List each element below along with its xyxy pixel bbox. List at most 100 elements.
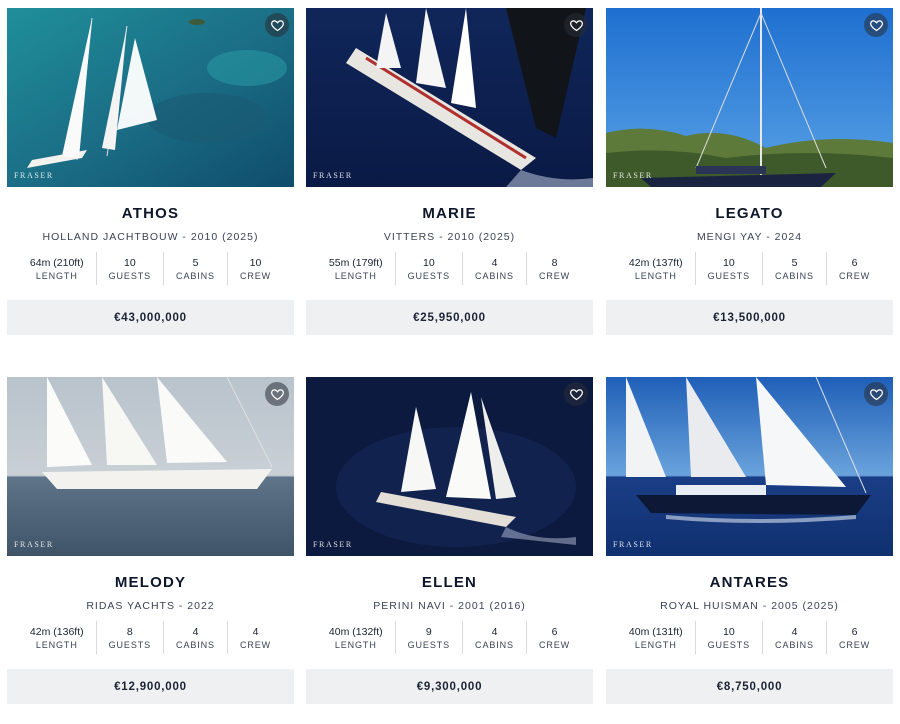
- spec-guests: 8 GUESTS: [95, 621, 163, 654]
- spec-value: 10: [722, 256, 735, 269]
- spec-label: LENGTH: [35, 270, 78, 281]
- spec-value: 42m (136ft): [29, 625, 84, 638]
- yacht-name[interactable]: MARIE: [306, 205, 593, 222]
- spec-crew: 4 CREW: [226, 621, 283, 654]
- spec-value: 8: [551, 256, 558, 269]
- yacht-price[interactable]: €12,900,000: [7, 669, 294, 704]
- yacht-photo[interactable]: FRASER: [306, 377, 593, 556]
- yacht-price[interactable]: €8,750,000: [606, 669, 893, 704]
- yacht-specs: 55m (179ft) LENGTH 10 GUESTS 4 CABINS 8 CREW: [306, 252, 593, 285]
- yacht-specs: 64m (210ft) LENGTH 10 GUESTS 5 CABINS 10 CRE…: [7, 252, 294, 285]
- yacht-builder-year: RIDAS YACHTS - 2022: [86, 600, 215, 612]
- spec-label: GUESTS: [108, 639, 152, 650]
- spec-value: 10: [722, 625, 735, 638]
- spec-label: CABINS: [475, 270, 514, 281]
- spec-cabins: 4 CABINS: [462, 621, 526, 654]
- spec-crew: 6 CREW: [825, 252, 882, 285]
- spec-label: CREW: [838, 270, 871, 281]
- yacht-name[interactable]: ANTARES: [606, 574, 893, 591]
- spec-label: GUESTS: [707, 270, 751, 281]
- spec-label: GUESTS: [407, 270, 451, 281]
- favorite-heart-icon[interactable]: [564, 382, 588, 406]
- spec-label: CREW: [538, 270, 571, 281]
- brand-watermark: FRASER: [313, 540, 353, 549]
- yacht-builder-year: PERINI NAVI - 2001 (2016): [373, 600, 526, 612]
- yacht-photo[interactable]: FRASER: [306, 8, 593, 187]
- favorite-heart-icon[interactable]: [864, 382, 888, 406]
- favorite-heart-icon[interactable]: [265, 13, 289, 37]
- yacht-builder-year: ROYAL HUISMAN - 2005 (2025): [660, 600, 839, 612]
- yacht-name[interactable]: ATHOS: [7, 205, 294, 222]
- yacht-specs: 42m (136ft) LENGTH 8 GUESTS 4 CABINS 4 CREW: [7, 621, 294, 654]
- yacht-price[interactable]: €13,500,000: [606, 300, 893, 335]
- yacht-photo[interactable]: FRASER: [606, 377, 893, 556]
- spec-length: 42m (137ft) LENGTH: [617, 252, 695, 285]
- spec-length: 40m (131ft) LENGTH: [617, 621, 695, 654]
- spec-guests: 10 GUESTS: [95, 252, 163, 285]
- brand-watermark: FRASER: [613, 540, 653, 549]
- yacht-photo[interactable]: FRASER: [7, 377, 294, 556]
- spec-label: GUESTS: [407, 639, 451, 650]
- spec-label: CABINS: [775, 639, 814, 650]
- spec-value: 4: [491, 256, 498, 269]
- favorite-heart-icon[interactable]: [864, 13, 888, 37]
- spec-value: 10: [123, 256, 136, 269]
- yacht-card[interactable]: FRASER MARIE VITTERS - 2010 (2025) 55m (…: [306, 8, 593, 335]
- spec-cabins: 4 CABINS: [762, 621, 826, 654]
- spec-label: LENGTH: [35, 639, 78, 650]
- spec-label: CREW: [239, 270, 272, 281]
- spec-label: CREW: [838, 639, 871, 650]
- spec-value: 4: [252, 625, 259, 638]
- yacht-price[interactable]: €9,300,000: [306, 669, 593, 704]
- yacht-card[interactable]: FRASER LEGATO MENGI YAY - 2024 42m (137f…: [606, 8, 893, 335]
- spec-label: CREW: [239, 639, 272, 650]
- yacht-builder-year: VITTERS - 2010 (2025): [383, 231, 516, 243]
- spec-value: 10: [422, 256, 435, 269]
- spec-cabins: 5 CABINS: [163, 252, 227, 285]
- spec-value: 5: [791, 256, 798, 269]
- spec-value: 40m (131ft): [628, 625, 683, 638]
- yacht-card[interactable]: FRASER MELODY RIDAS YACHTS - 2022 42m (1…: [7, 377, 294, 704]
- yacht-name[interactable]: MELODY: [7, 574, 294, 591]
- spec-label: LENGTH: [634, 639, 677, 650]
- spec-value: 4: [791, 625, 798, 638]
- spec-value: 6: [851, 256, 858, 269]
- spec-label: CABINS: [475, 639, 514, 650]
- spec-label: GUESTS: [108, 270, 152, 281]
- spec-crew: 6 CREW: [825, 621, 882, 654]
- yacht-name[interactable]: LEGATO: [606, 205, 893, 222]
- favorite-heart-icon[interactable]: [265, 382, 289, 406]
- spec-cabins: 5 CABINS: [762, 252, 826, 285]
- spec-value: 42m (137ft): [628, 256, 683, 269]
- spec-label: CREW: [538, 639, 571, 650]
- favorite-heart-icon[interactable]: [564, 13, 588, 37]
- spec-value: 5: [192, 256, 199, 269]
- yacht-card[interactable]: FRASER ANTARES ROYAL HUISMAN - 2005 (202…: [606, 377, 893, 704]
- spec-label: LENGTH: [634, 270, 677, 281]
- spec-length: 64m (210ft) LENGTH: [18, 252, 96, 285]
- yacht-specs: 40m (131ft) LENGTH 10 GUESTS 4 CABINS 6 CREW: [606, 621, 893, 654]
- yacht-price[interactable]: €25,950,000: [306, 300, 593, 335]
- spec-cabins: 4 CABINS: [163, 621, 227, 654]
- spec-value: 4: [192, 625, 199, 638]
- yacht-name[interactable]: ELLEN: [306, 574, 593, 591]
- yacht-price[interactable]: €43,000,000: [7, 300, 294, 335]
- yacht-photo[interactable]: FRASER: [606, 8, 893, 187]
- spec-length: 55m (179ft) LENGTH: [317, 252, 395, 285]
- yacht-card[interactable]: FRASER ATHOS HOLLAND JACHTBOUW - 2010 (2…: [7, 8, 294, 335]
- spec-crew: 6 CREW: [525, 621, 582, 654]
- spec-value: 55m (179ft): [328, 256, 383, 269]
- brand-watermark: FRASER: [14, 540, 54, 549]
- yacht-specs: 40m (132ft) LENGTH 9 GUESTS 4 CABINS 6 CREW: [306, 621, 593, 654]
- yacht-specs: 42m (137ft) LENGTH 10 GUESTS 5 CABINS 6 CREW: [606, 252, 893, 285]
- spec-guests: 10 GUESTS: [694, 252, 762, 285]
- spec-label: CABINS: [775, 270, 814, 281]
- spec-label: LENGTH: [334, 270, 377, 281]
- yacht-builder-year: MENGI YAY - 2024: [696, 231, 803, 243]
- spec-length: 40m (132ft) LENGTH: [317, 621, 395, 654]
- spec-value: 6: [851, 625, 858, 638]
- spec-guests: 10 GUESTS: [394, 252, 462, 285]
- yacht-card[interactable]: FRASER ELLEN PERINI NAVI - 2001 (2016) 4…: [306, 377, 593, 704]
- yacht-photo[interactable]: FRASER: [7, 8, 294, 187]
- brand-watermark: FRASER: [313, 171, 353, 180]
